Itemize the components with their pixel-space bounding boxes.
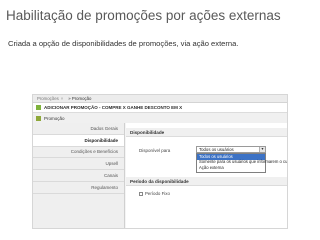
breadcrumb-parent[interactable]: Promoções xyxy=(37,96,59,101)
embedded-screenshot: Promoções × » Promoção ADICIONAR PROMOÇÃ… xyxy=(32,94,288,229)
period-panel: Período da disponibilidade Período Fixo xyxy=(126,177,287,206)
breadcrumb-current: » Promoção xyxy=(68,96,92,101)
slide-subtitle: Criada a opção de disponibilidades de pr… xyxy=(8,39,239,48)
promotion-title-bar: ADICIONAR PROMOÇÃO - COMPRE X GANHE DESC… xyxy=(33,103,287,113)
fixed-period-checkbox[interactable] xyxy=(139,192,143,196)
period-header: Período da disponibilidade xyxy=(126,177,287,186)
nav-item-upsell[interactable]: Upsell xyxy=(33,158,124,171)
side-nav: Dados Gerais Disponibilidade Condições e… xyxy=(33,123,125,228)
dropdown-option[interactable]: Ação externa xyxy=(197,165,265,172)
availability-dropdown: Todos os usuários Somente para os usuári… xyxy=(196,153,287,173)
availability-select-value: Todos os usuários xyxy=(199,147,234,152)
section-label: Promoção xyxy=(44,115,65,121)
close-tab-icon[interactable]: × xyxy=(61,96,64,101)
slide-title: Habilitação de promoções por ações exter… xyxy=(6,8,281,23)
availability-panel: Disponibilidade Disponível para Todos os… xyxy=(126,128,287,181)
fixed-period-label: Período Fixo xyxy=(145,191,170,196)
promotion-title: ADICIONAR PROMOÇÃO - COMPRE X GANHE DESC… xyxy=(44,105,183,110)
breadcrumb: Promoções × » Promoção xyxy=(33,95,287,103)
nav-item-condicoes-beneficios[interactable]: Condições e Benefícios xyxy=(33,147,124,159)
green-square-icon xyxy=(36,105,41,110)
chevron-down-icon[interactable]: ▼ xyxy=(259,147,265,152)
fixed-period-row: Período Fixo xyxy=(126,186,287,206)
section-square-icon xyxy=(36,115,41,121)
section-bar: Promoção xyxy=(33,113,287,123)
nav-item-disponibilidade[interactable]: Disponibilidade xyxy=(33,134,124,147)
nav-item-dados-gerais[interactable]: Dados Gerais xyxy=(33,123,124,135)
availability-select[interactable]: Todos os usuários ▼ xyxy=(196,146,266,153)
nav-item-canais[interactable]: Canais xyxy=(33,170,124,182)
nav-item-regulamento[interactable]: Regulamento xyxy=(33,182,124,194)
availability-field-label: Disponível para xyxy=(139,148,171,153)
availability-header: Disponibilidade xyxy=(126,128,287,137)
main-content: Disponibilidade Disponível para Todos os… xyxy=(126,123,287,228)
availability-field-row: Disponível para Todos os usuários ▼ Todo… xyxy=(126,137,287,181)
